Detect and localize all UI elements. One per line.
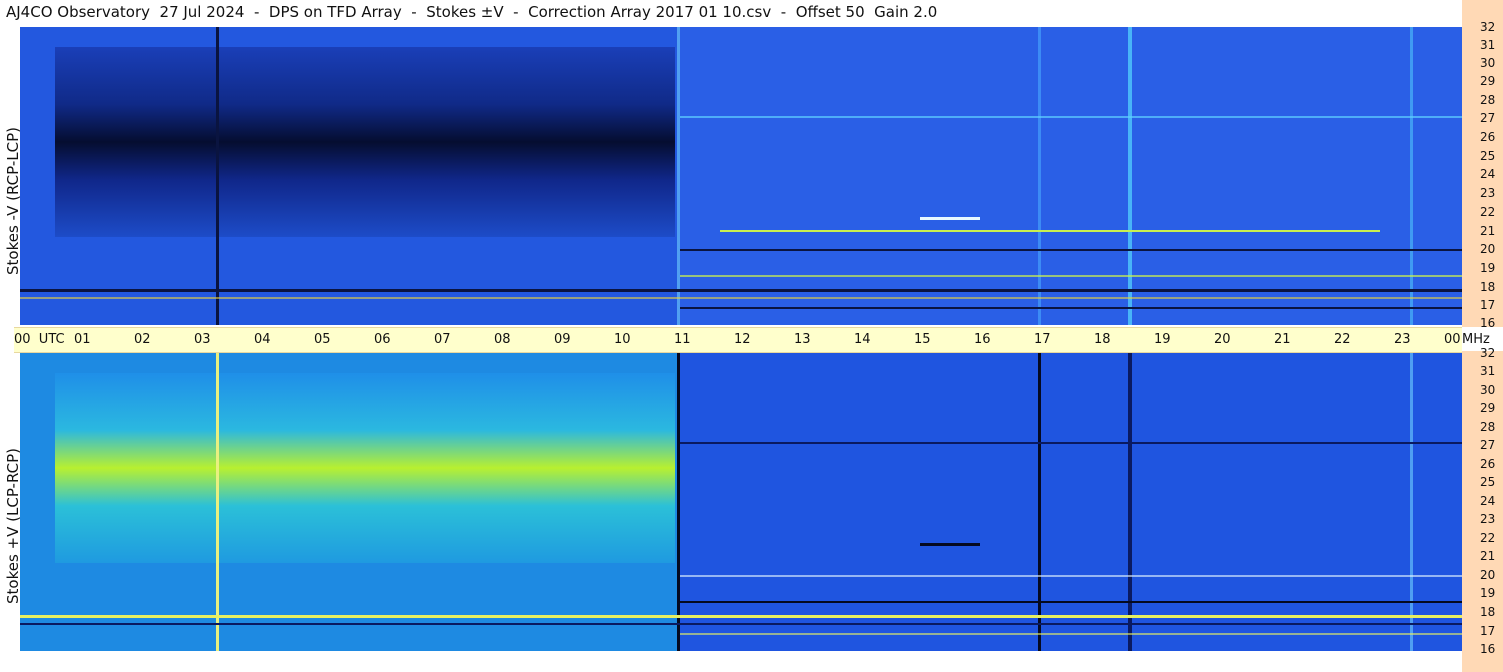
freq-tick-label: 16 bbox=[1480, 316, 1496, 330]
freq-tick-label: 16 bbox=[1480, 642, 1496, 656]
spectrogram-top-image bbox=[20, 27, 1462, 325]
time-tick-label: 16 bbox=[974, 332, 991, 347]
time-tick-label: 12 bbox=[734, 332, 751, 347]
time-tick-label: 19 bbox=[1154, 332, 1171, 347]
freq-tick-label: 25 bbox=[1480, 475, 1496, 489]
freq-tick-label: 29 bbox=[1480, 74, 1496, 88]
freq-tick-label: 30 bbox=[1480, 56, 1496, 70]
time-tick-label: 23 bbox=[1394, 332, 1411, 347]
freq-tick-label: 18 bbox=[1480, 605, 1496, 619]
freq-tick-label: 26 bbox=[1480, 457, 1496, 471]
freq-tick-label: 32 bbox=[1480, 20, 1496, 34]
freq-tick-label: 25 bbox=[1480, 149, 1496, 163]
time-tick-label: 02 bbox=[134, 332, 151, 347]
time-tick-label: 03 bbox=[194, 332, 211, 347]
freq-tick-label: 17 bbox=[1480, 624, 1496, 638]
time-tick-label: 10 bbox=[614, 332, 631, 347]
time-tick-label: 05 bbox=[314, 332, 331, 347]
freq-tick-label: 28 bbox=[1480, 420, 1496, 434]
freq-tick-label: 30 bbox=[1480, 383, 1496, 397]
freq-tick-label: 17 bbox=[1480, 298, 1496, 312]
freq-tick-label: 22 bbox=[1480, 205, 1496, 219]
freq-tick-label: 26 bbox=[1480, 130, 1496, 144]
time-tick-label: 07 bbox=[434, 332, 451, 347]
freq-tick-label: 29 bbox=[1480, 401, 1496, 415]
freq-axis-top: 32 31 30 29 28 27 26 25 24 23 22 21 20 1… bbox=[1462, 0, 1503, 330]
freq-tick-label: 31 bbox=[1480, 364, 1496, 378]
freq-tick-label: 20 bbox=[1480, 242, 1496, 256]
freq-tick-label: 18 bbox=[1480, 280, 1496, 294]
time-tick-label: 08 bbox=[494, 332, 511, 347]
freq-tick-label: 23 bbox=[1480, 186, 1496, 200]
time-tick-label: 15 bbox=[914, 332, 931, 347]
freq-tick-label: 27 bbox=[1480, 111, 1496, 125]
bottom-panel-ylabel: Stokes +V (LCP-RCP) bbox=[4, 448, 22, 604]
time-tick-label: 06 bbox=[374, 332, 391, 347]
time-tick-label: 21 bbox=[1274, 332, 1291, 347]
freq-tick-label: 27 bbox=[1480, 438, 1496, 452]
freq-tick-label: 23 bbox=[1480, 512, 1496, 526]
freq-tick-label: 20 bbox=[1480, 568, 1496, 582]
time-tick-label: 20 bbox=[1214, 332, 1231, 347]
time-tick-label: 04 bbox=[254, 332, 271, 347]
spectrogram-bottom[interactable] bbox=[20, 353, 1462, 651]
freq-tick-label: 21 bbox=[1480, 224, 1496, 238]
freq-tick-label: 24 bbox=[1480, 494, 1496, 508]
time-axis: 00 UTC 01 02 03 04 05 06 07 08 09 10 11 … bbox=[14, 327, 1490, 353]
freq-tick-label: 32 bbox=[1480, 346, 1496, 360]
time-tick-label: 09 bbox=[554, 332, 571, 347]
spectrogram-bottom-image bbox=[20, 353, 1462, 651]
freq-axis-bottom: 32 31 30 29 28 27 26 25 24 23 22 21 20 1… bbox=[1462, 346, 1503, 672]
spectrogram-top[interactable] bbox=[20, 27, 1462, 325]
time-tick-label: 18 bbox=[1094, 332, 1111, 347]
freq-unit-label: MHz bbox=[1462, 332, 1490, 347]
time-tick-label: 22 bbox=[1334, 332, 1351, 347]
time-tick-label: 14 bbox=[854, 332, 871, 347]
time-tick-label: 11 bbox=[674, 332, 691, 347]
freq-tick-label: 24 bbox=[1480, 167, 1496, 181]
freq-tick-label: 31 bbox=[1480, 38, 1496, 52]
time-tick-label: 00 bbox=[1444, 332, 1461, 347]
time-tick-label: 00 UTC bbox=[14, 332, 65, 347]
freq-tick-label: 28 bbox=[1480, 93, 1496, 107]
top-panel-ylabel: Stokes -V (RCP-LCP) bbox=[4, 127, 22, 275]
freq-tick-label: 19 bbox=[1480, 261, 1496, 275]
window-title: AJ4CO Observatory 27 Jul 2024 - DPS on T… bbox=[6, 3, 938, 21]
time-tick-label: 01 bbox=[74, 332, 91, 347]
freq-tick-label: 22 bbox=[1480, 531, 1496, 545]
time-tick-label: 13 bbox=[794, 332, 811, 347]
freq-tick-label: 19 bbox=[1480, 586, 1496, 600]
freq-tick-label: 21 bbox=[1480, 549, 1496, 563]
time-tick-label: 17 bbox=[1034, 332, 1051, 347]
